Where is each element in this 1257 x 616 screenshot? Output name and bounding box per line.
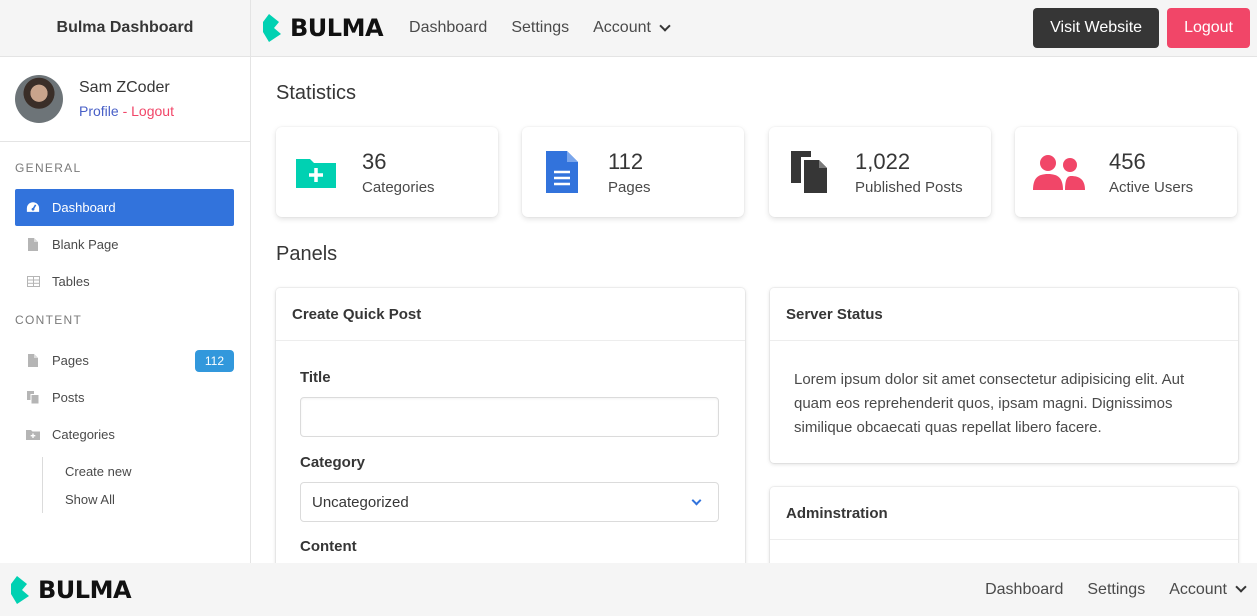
- category-select-value: Uncategorized: [312, 493, 409, 511]
- category-field-label: Category: [300, 454, 366, 471]
- footer-nav-dashboard[interactable]: Dashboard: [973, 581, 1075, 599]
- sidebar-item-posts[interactable]: Posts: [15, 379, 234, 416]
- users-icon: [1033, 150, 1085, 194]
- statistics-title: Statistics: [276, 82, 357, 104]
- pages-count-badge: 112: [194, 349, 234, 372]
- stat-value: 112: [608, 148, 644, 174]
- stat-label: Published Posts: [855, 178, 963, 196]
- visit-website-button[interactable]: Visit Website: [1033, 8, 1160, 48]
- logo-text: BULMA: [38, 575, 132, 604]
- nav-settings[interactable]: Settings: [499, 0, 581, 56]
- user-panel: Sam ZCoder Profile - Logout: [0, 57, 250, 142]
- footer-nav-dashboard-label: Dashboard: [985, 580, 1064, 598]
- nav-account-dropdown[interactable]: Account: [581, 0, 681, 56]
- top-navbar: BULMA Dashboard Settings Account Visit W…: [251, 0, 1257, 57]
- footer-logo[interactable]: BULMA: [11, 575, 132, 604]
- app-title-text: Bulma Dashboard: [56, 19, 194, 36]
- avatar: [15, 75, 63, 123]
- quick-post-card-title: Create Quick Post: [276, 288, 745, 341]
- sidebar-item-label: Pages: [52, 353, 89, 368]
- sidebar-item-label: Tables: [52, 274, 90, 289]
- categories-submenu: Create new Show All: [42, 457, 234, 513]
- sidebar: Sam ZCoder Profile - Logout General Dash…: [0, 57, 251, 564]
- main-content: Statistics 36 Categories 112 Pages 1,022…: [252, 57, 1257, 564]
- stat-value: 456: [1109, 148, 1146, 174]
- server-status-body: Lorem ipsum dolor sit amet consectetur a…: [794, 371, 1185, 436]
- sidebar-item-label: Dashboard: [52, 200, 116, 215]
- nav-settings-label: Settings: [511, 19, 570, 36]
- navbar-logo[interactable]: BULMA: [263, 14, 384, 42]
- administration-card-title: Adminstration: [770, 487, 1238, 540]
- server-status-card-title: Server Status: [770, 288, 1238, 341]
- menu-label-content: Content: [15, 313, 83, 327]
- sidebar-item-pages[interactable]: Pages 112: [15, 342, 234, 379]
- sidebar-item-dashboard[interactable]: Dashboard: [15, 189, 234, 226]
- sidebar-logout-link[interactable]: Logout: [131, 103, 174, 119]
- menu-label-general: General: [15, 161, 82, 175]
- dashboard-icon: [26, 201, 40, 215]
- footer-nav-account-label: Account: [1169, 580, 1227, 598]
- copy-icon: [787, 150, 831, 194]
- chevron-down-icon: [1235, 581, 1247, 593]
- content-field-label: Content: [300, 538, 357, 555]
- folder-plus-icon: [26, 428, 40, 442]
- nav-dashboard[interactable]: Dashboard: [397, 0, 499, 56]
- stat-value: 1,022: [855, 148, 911, 174]
- bulma-logo-icon: [11, 575, 29, 604]
- sidebar-item-blank-page[interactable]: Blank Page: [15, 226, 234, 263]
- user-name: Sam ZCoder: [79, 79, 170, 96]
- logo-text: BULMA: [290, 14, 384, 42]
- footer-nav-settings-label: Settings: [1087, 580, 1146, 598]
- stat-label: Pages: [608, 178, 651, 196]
- stat-label: Active Users: [1109, 178, 1194, 196]
- stat-card-published-posts: 1,022 Published Posts: [769, 127, 991, 217]
- bulma-logo-icon: [263, 14, 281, 42]
- footer-navbar: BULMA Dashboard Settings Account: [0, 563, 1257, 616]
- folder-plus-icon: [294, 150, 338, 194]
- category-select[interactable]: Uncategorized: [300, 482, 719, 522]
- panels-title: Panels: [276, 243, 338, 265]
- chevron-down-icon: [691, 495, 702, 506]
- stat-card-pages: 112 Pages: [522, 127, 744, 217]
- nav-account-label: Account: [593, 19, 651, 36]
- sidebar-item-tables[interactable]: Tables: [15, 263, 234, 300]
- nav-dashboard-label: Dashboard: [409, 19, 488, 36]
- chevron-down-icon: [659, 19, 671, 32]
- title-field-label: Title: [300, 369, 331, 386]
- sidebar-item-label: Categories: [52, 427, 115, 442]
- quick-post-card: Create Quick Post Title Category Uncateg…: [276, 288, 745, 564]
- profile-link[interactable]: Profile: [79, 103, 119, 119]
- file-icon: [26, 354, 40, 368]
- administration-card: Adminstration: [770, 487, 1238, 564]
- copy-icon: [26, 391, 40, 405]
- sidebar-item-label: Blank Page: [52, 237, 119, 252]
- file-icon: [26, 238, 40, 252]
- logout-button[interactable]: Logout: [1167, 8, 1250, 48]
- stat-label: Categories: [362, 178, 435, 196]
- app-title: Bulma Dashboard: [0, 0, 251, 57]
- file-alt-icon: [540, 150, 584, 194]
- title-input[interactable]: [300, 397, 719, 437]
- footer-nav-settings[interactable]: Settings: [1075, 581, 1157, 599]
- stat-card-active-users: 456 Active Users: [1015, 127, 1237, 217]
- submenu-show-all[interactable]: Show All: [65, 485, 234, 513]
- stat-card-categories: 36 Categories: [276, 127, 498, 217]
- server-status-card: Server Status Lorem ipsum dolor sit amet…: [770, 288, 1238, 463]
- stat-value: 36: [362, 148, 387, 174]
- table-icon: [26, 275, 40, 289]
- link-separator: -: [122, 103, 128, 119]
- sidebar-item-label: Posts: [52, 390, 85, 405]
- sidebar-item-categories[interactable]: Categories: [15, 416, 234, 453]
- footer-nav-account-dropdown[interactable]: Account: [1157, 581, 1257, 599]
- submenu-create-new[interactable]: Create new: [65, 457, 234, 485]
